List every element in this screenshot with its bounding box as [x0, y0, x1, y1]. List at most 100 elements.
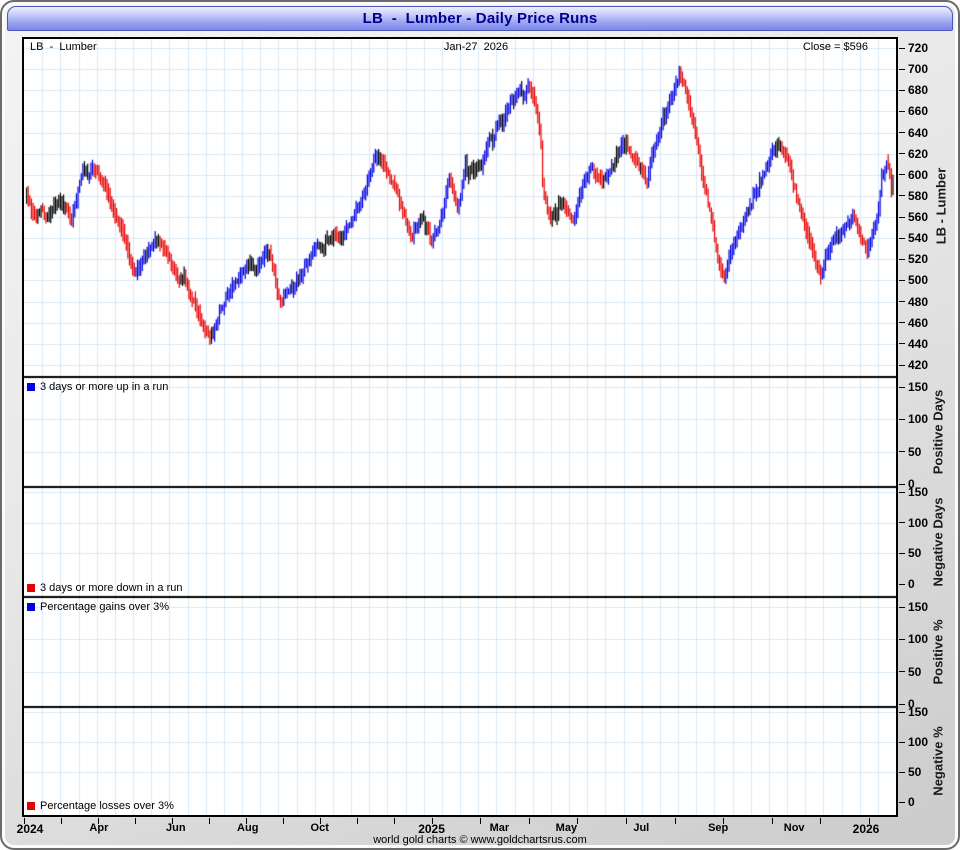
- price-axis-label: 580: [908, 188, 929, 203]
- price-axis-tick: [899, 89, 905, 91]
- panel-axis-label: 50: [908, 444, 922, 459]
- price-axis-label: 480: [908, 294, 929, 309]
- price-axis-tick: [899, 153, 905, 155]
- x-axis-tick: [394, 818, 396, 824]
- price-axis-label: 460: [908, 315, 929, 330]
- price-axis-tick: [899, 343, 905, 345]
- last-date-label: Jan-27 2026: [443, 41, 509, 53]
- x-axis-label-jul: Jul: [633, 822, 650, 834]
- panel-axis-label: 100: [908, 735, 929, 749]
- x-axis-label-sep: Sep: [708, 822, 729, 834]
- legend-positive-pct: Percentage gains over 3%: [27, 601, 169, 613]
- panel-y-axis-title-positive-days: Positive Days: [930, 389, 946, 475]
- x-axis-tick: [625, 818, 627, 824]
- legend-swatch-positive-days: [27, 383, 35, 391]
- legend-label-negative-pct: Percentage losses over 3%: [40, 800, 174, 812]
- legend-swatch-negative-pct: [27, 802, 35, 810]
- panel-axis-label: 0: [908, 795, 915, 809]
- x-axis-tick: [480, 818, 482, 824]
- x-axis-tick: [134, 818, 136, 824]
- panel-axis-tick: [899, 483, 905, 485]
- instrument-label: LB - Lumber: [30, 41, 97, 53]
- price-axis-label: 640: [908, 125, 929, 140]
- panel-axis-tick: [899, 522, 905, 524]
- panel-axis-tick: [899, 386, 905, 388]
- panel-axis-tick: [899, 711, 905, 713]
- panel-axis-tick: [899, 583, 905, 585]
- x-axis-label-aug: Aug: [237, 822, 259, 834]
- price-axis-tick: [899, 364, 905, 366]
- price-axis-tick: [899, 258, 905, 260]
- x-axis-label-may: May: [555, 822, 578, 834]
- x-axis-tick: [528, 818, 530, 824]
- panel-axis-label: 50: [908, 765, 922, 779]
- price-axis-label: 700: [908, 62, 929, 77]
- panel-axis-tick: [899, 638, 905, 640]
- panel-axis-tick: [899, 451, 905, 453]
- panel-axis-tick: [899, 771, 905, 773]
- price-axis-label: 620: [908, 146, 929, 161]
- panel-axis-label: 100: [908, 412, 929, 427]
- price-axis-tick: [899, 195, 905, 197]
- panel-axis-tick: [899, 671, 905, 673]
- x-axis-label-jun: Jun: [166, 822, 186, 834]
- panel-axis-tick: [899, 552, 905, 554]
- legend-swatch-negative-days: [27, 584, 35, 592]
- panel-axis-label: 0: [908, 577, 915, 591]
- price-axis-label: 420: [908, 358, 929, 372]
- panel-axis-label: 150: [908, 485, 929, 499]
- price-axis-tick: [899, 174, 905, 176]
- legend-swatch-positive-pct: [27, 603, 35, 611]
- credit-line: world gold charts © www.goldchartsrus.co…: [373, 834, 587, 846]
- price-axis-tick: [899, 216, 905, 218]
- legend-label-negative-days: 3 days or more down in a run: [40, 582, 183, 594]
- panel-y-axis-title-positive-pct: Positive %: [930, 619, 946, 685]
- price-axis-tick: [899, 47, 905, 49]
- price-axis-tick: [899, 301, 905, 303]
- panel-axis-label: 50: [908, 546, 922, 561]
- panel-axis-tick: [899, 801, 905, 803]
- x-axis-tick: [771, 818, 773, 824]
- price-axis-label: 720: [908, 41, 929, 55]
- close-price-label: Close = $596: [802, 41, 868, 53]
- x-axis-label-nov: Nov: [783, 822, 805, 834]
- x-axis-label-apr: Apr: [89, 822, 109, 834]
- panel-axis-tick: [899, 491, 905, 493]
- legend-label-positive-days: 3 days or more up in a run: [40, 381, 169, 393]
- legend-negative-days: 3 days or more down in a run: [27, 582, 182, 594]
- x-axis-tick: [357, 818, 359, 824]
- price-axis-tick: [899, 132, 905, 134]
- price-axis-label: 600: [908, 167, 929, 182]
- panel-axis-label: 100: [908, 632, 929, 647]
- legend-negative-pct: Percentage losses over 3%: [27, 800, 174, 812]
- panel-axis-label: 50: [908, 664, 922, 679]
- price-axis-tick: [899, 237, 905, 239]
- legend-positive-days: 3 days or more up in a run: [27, 381, 168, 393]
- x-axis-tick: [820, 818, 822, 824]
- price-axis-tick: [899, 279, 905, 281]
- legend-label-positive-pct: Percentage gains over 3%: [40, 601, 170, 613]
- y-axis-title: LB - Lumber: [933, 167, 949, 245]
- price-bars-canvas: [24, 39, 896, 815]
- panel-axis-tick: [899, 741, 905, 743]
- x-axis-label-oct: Oct: [310, 822, 329, 834]
- price-axis-label: 680: [908, 83, 929, 98]
- chart-plot-area: LB - Lumber Jan-27 2026 Close = $596 3 d…: [22, 37, 898, 817]
- x-axis-tick: [283, 818, 285, 824]
- price-axis-label: 540: [908, 231, 929, 246]
- price-axis-label: 500: [908, 273, 929, 288]
- x-axis-tick: [208, 818, 210, 824]
- x-axis-label-mar: Mar: [489, 822, 510, 834]
- price-axis-label: 440: [908, 336, 929, 351]
- panel-axis-tick: [899, 606, 905, 608]
- panel-axis-label: 150: [908, 705, 929, 719]
- price-axis-label: 560: [908, 210, 929, 225]
- x-axis-tick: [60, 818, 62, 824]
- panel-y-axis-title-negative-days: Negative Days: [930, 497, 946, 587]
- chart-title: LB - Lumber - Daily Price Runs: [362, 10, 598, 27]
- panel-axis-label: 150: [908, 380, 929, 394]
- price-axis-label: 660: [908, 104, 929, 119]
- x-axis-tick: [577, 818, 579, 824]
- price-axis-tick: [899, 322, 905, 324]
- panel-axis-tick: [899, 418, 905, 420]
